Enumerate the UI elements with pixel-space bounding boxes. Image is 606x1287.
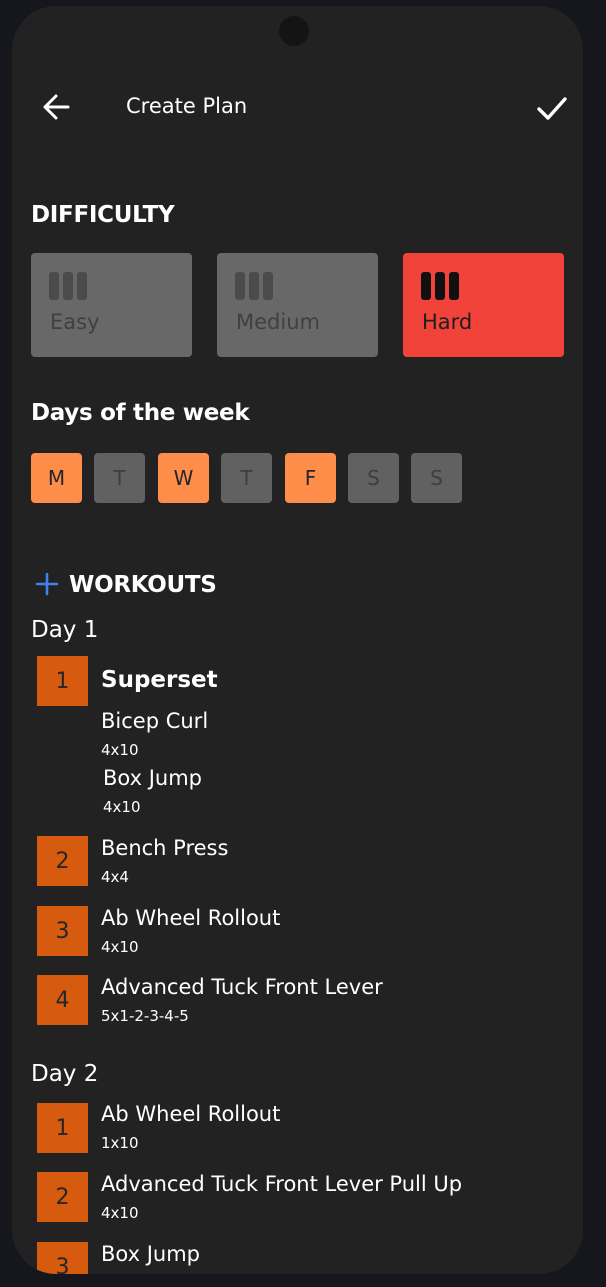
workout-number: 3 [37, 1242, 88, 1274]
exercise-sets: 4x10 [101, 1204, 139, 1222]
exercise-name[interactable]: Ab Wheel Rollout [101, 1102, 280, 1126]
difficulty-label: Medium [236, 310, 320, 334]
day-chip-thursday[interactable]: T [221, 453, 272, 503]
exercise-name[interactable]: Bicep Curl [101, 709, 208, 733]
day-chip-sunday[interactable]: S [411, 453, 462, 503]
exercise-name[interactable]: Box Jump [103, 766, 202, 790]
exercise-name[interactable]: Bench Press [101, 836, 228, 860]
exercise-sets: 4x10 [101, 938, 139, 956]
workouts-title: WORKOUTS [69, 572, 217, 598]
confirm-button[interactable] [534, 90, 570, 126]
difficulty-medium-button[interactable]: Medium [217, 253, 378, 357]
day-heading: Day 1 [31, 617, 99, 643]
difficulty-label: Easy [50, 310, 100, 334]
day-chip-friday[interactable]: F [285, 453, 336, 503]
difficulty-easy-button[interactable]: Easy [31, 253, 192, 357]
exercise-name[interactable]: Advanced Tuck Front Lever [101, 975, 383, 999]
back-button[interactable] [40, 90, 74, 124]
exercise-name[interactable]: Advanced Tuck Front Lever Pull Up [101, 1172, 462, 1196]
add-workout-button[interactable] [34, 571, 60, 597]
workout-number: 1 [37, 1103, 88, 1153]
exercise-name[interactable]: Box Jump [101, 1242, 200, 1266]
workout-number: 4 [37, 975, 88, 1025]
exercise-sets: 4x10 [103, 798, 141, 816]
workout-number: 3 [37, 906, 88, 956]
exercise-name[interactable]: Ab Wheel Rollout [101, 906, 280, 930]
exercise-sets: 5x1-2-3-4-5 [101, 1007, 189, 1025]
day-heading: Day 2 [31, 1061, 99, 1087]
signal-bars-icon [235, 272, 273, 300]
exercise-sets: 4x4 [101, 868, 129, 886]
signal-bars-icon [49, 272, 87, 300]
difficulty-hard-button[interactable]: Hard [403, 253, 564, 357]
plus-icon [35, 572, 59, 596]
day-chip-saturday[interactable]: S [348, 453, 399, 503]
page-title: Create Plan [126, 94, 248, 118]
workout-number: 2 [37, 836, 88, 886]
check-icon [537, 97, 567, 120]
difficulty-label: Hard [422, 310, 473, 334]
workout-number: 2 [37, 1172, 88, 1222]
arrow-left-icon [43, 94, 70, 120]
difficulty-title: DIFFICULTY [31, 202, 175, 228]
exercise-sets: 4x10 [101, 741, 139, 759]
day-chip-tuesday[interactable]: T [94, 453, 145, 503]
days-title: Days of the week [31, 400, 250, 426]
superset-title[interactable]: Superset [101, 667, 218, 693]
phone-screen: Create Plan DIFFICULTY Easy Medium Hard … [12, 6, 583, 1274]
day-chip-wednesday[interactable]: W [158, 453, 209, 503]
day-chip-monday[interactable]: M [31, 453, 82, 503]
exercise-sets: 1x10 [101, 1134, 139, 1152]
workout-number: 1 [37, 656, 88, 706]
signal-bars-icon [421, 272, 459, 300]
camera-cutout [279, 16, 309, 46]
